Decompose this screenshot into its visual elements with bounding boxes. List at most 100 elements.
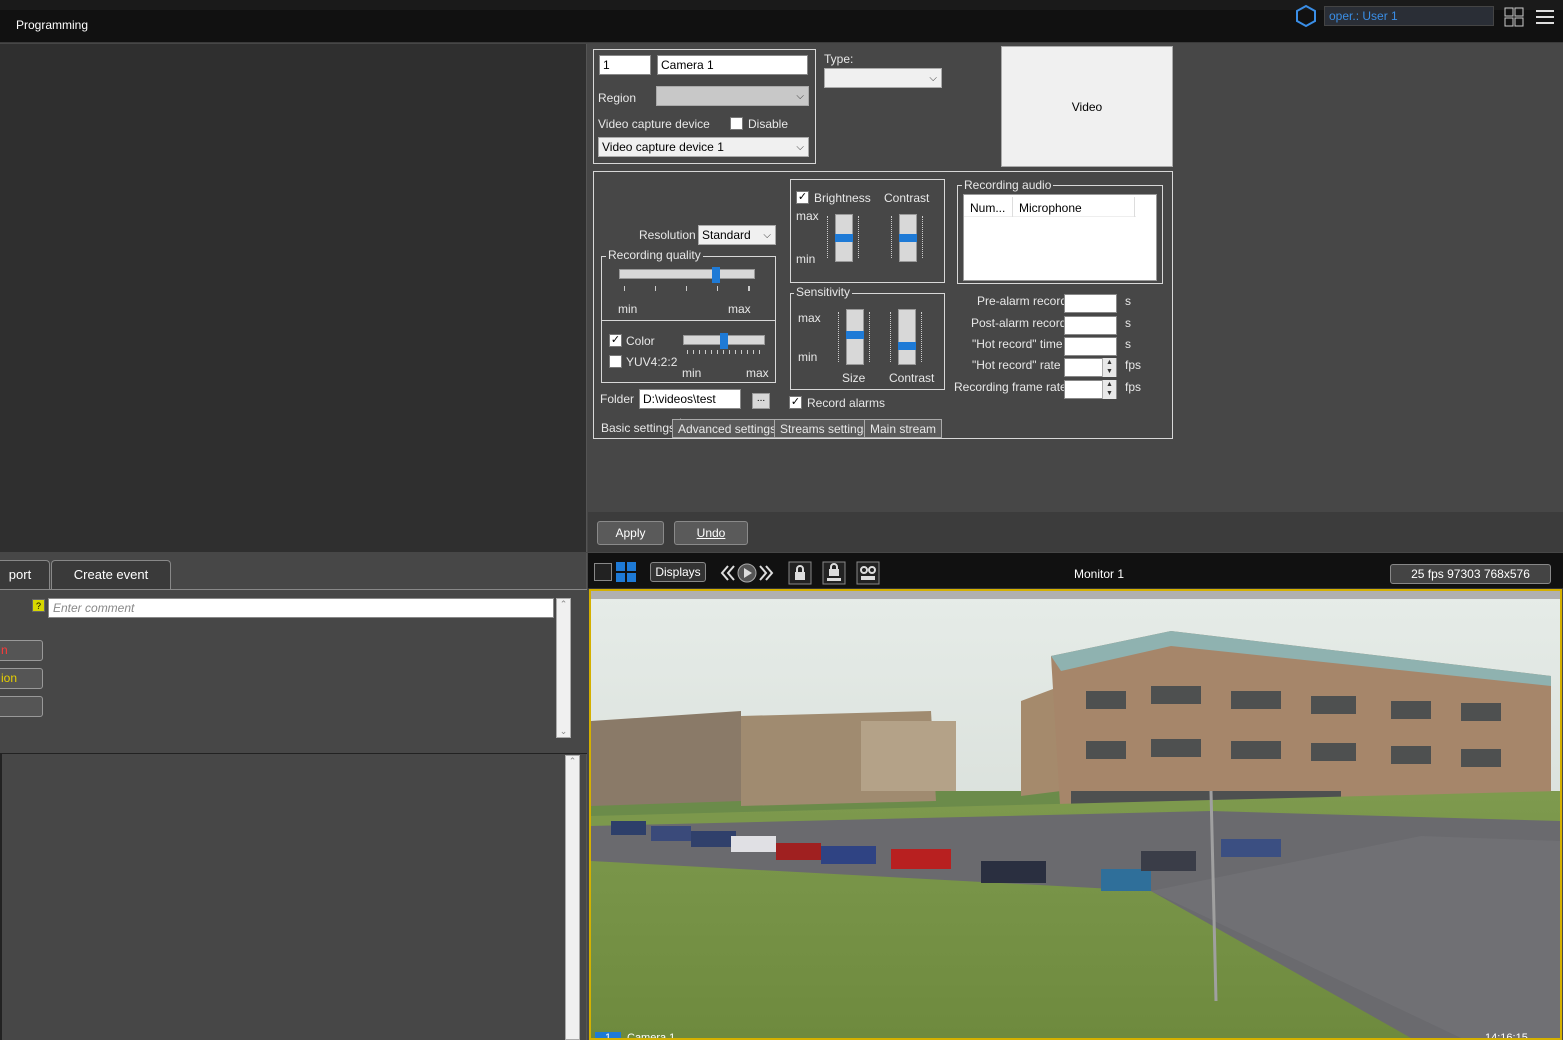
event-button-3[interactable] [0,696,43,717]
spin-arrows-icon[interactable]: ▲ ▼ [1102,380,1116,399]
sensitivity-contrast-slider[interactable] [898,309,916,365]
frame-rate-input[interactable]: ▲ ▼ [1064,380,1117,399]
slider-ticks [869,312,872,362]
camera-name-input[interactable]: Camera 1 [657,55,808,75]
contrast-label: Contrast [884,191,930,205]
yuv-checkbox[interactable] [609,355,622,368]
slider-ticks [890,312,893,362]
type-select[interactable]: ⌵ [824,68,942,88]
recording-quality-slider[interactable] [619,267,755,283]
chevron-down-icon[interactable]: ⌄ [557,726,570,737]
camera-number-badge: 1 [595,1032,621,1038]
comment-input[interactable]: Enter comment [48,598,554,618]
audio-col-mic[interactable]: Microphone [1019,201,1082,215]
brightness-checkbox[interactable]: ✓ [796,191,809,204]
hot-rate-label: "Hot record" rate [972,358,1061,372]
rewind-icon[interactable] [720,565,735,581]
disable-checkbox[interactable] [730,117,743,130]
sensitivity-max-label: max [798,311,821,325]
hot-rate-unit: fps [1125,358,1142,372]
slider-thumb[interactable] [720,333,728,349]
camera-settings-panel: 1 Camera 1 Region ⌵ Video capture device… [588,44,1563,552]
help-icon[interactable]: ? [32,599,45,612]
apply-button[interactable]: Apply [597,521,664,545]
size-slider[interactable] [846,309,864,365]
page-title: Programming [16,18,89,32]
video-timestamp: 14:16:15 [1485,1032,1528,1040]
browse-folder-button[interactable]: ... [752,393,770,409]
recording-audio-title: Recording audio [962,178,1054,192]
slider-thumb[interactable] [711,267,720,283]
play-icon[interactable] [737,563,757,583]
pre-alarm-label: Pre-alarm record [977,294,1068,308]
lock-keyboard-icon[interactable] [822,561,846,585]
resolution-select[interactable]: Standard ⌵ [698,225,776,245]
event-button-1[interactable]: n [0,640,43,661]
audio-list[interactable]: Num... Microphone [963,194,1157,281]
tab-create-event[interactable]: Create event [51,560,171,590]
camera-overlay-name: Camera 1 [627,1032,676,1040]
color-checkbox[interactable]: ✓ [609,334,622,347]
tape-record-icon[interactable] [856,561,880,585]
camera-video-feed[interactable]: 1 Camera 1 14:16:15 [589,589,1562,1040]
hot-rate-input[interactable]: ▲ ▼ [1064,358,1117,377]
video-preview[interactable]: Video [1001,46,1173,167]
brightness-min-label: min [796,252,816,266]
record-alarms-label: Record alarms [807,396,886,410]
hot-time-input[interactable] [1064,337,1117,356]
video-capture-device-label: Video capture device [598,117,710,131]
region-select[interactable]: ⌵ [656,86,809,106]
chevron-down-icon: ⌵ [929,73,937,84]
post-alarm-input[interactable] [1064,316,1117,335]
slider-thumb[interactable] [846,330,864,339]
tab-streams-settings[interactable]: Streams settings [774,419,876,438]
stream-status: 25 fps 97303 768x576 [1390,564,1551,584]
folder-input[interactable]: D:\videos\test [639,389,741,409]
contrast-slider[interactable] [899,214,917,262]
event-button-2[interactable]: ion [0,668,43,689]
tab-basic-settings[interactable]: Basic settings [595,418,682,437]
object-tree-panel [0,44,587,552]
layout-grid-icon[interactable] [1504,7,1524,27]
undo-button[interactable]: Undo [674,521,748,545]
displays-button[interactable]: Displays [650,562,706,582]
spin-arrows-icon[interactable]: ▲ ▼ [1102,358,1116,377]
chevron-down-icon: ⌵ [796,91,804,102]
fast-forward-icon[interactable] [759,565,774,581]
comment-scrollbar[interactable]: ⌃ ⌄ [556,598,571,738]
chevron-up-icon[interactable]: ⌃ [557,599,570,610]
event-log-scrollbar[interactable]: ⌃ [565,755,580,1040]
slider-thumb[interactable] [899,234,917,242]
chevron-up-icon[interactable]: ⌃ [566,756,579,767]
single-layout-icon[interactable] [594,563,612,581]
user-field[interactable]: oper.: User 1 [1324,6,1494,26]
video-image [591,591,1560,1038]
pre-alarm-input[interactable] [1064,294,1117,313]
lock-icon[interactable] [788,561,812,585]
video-preview-label: Video [1071,99,1103,114]
region-label: Region [598,91,637,105]
brightness-slider[interactable] [835,214,853,262]
camera-number-input[interactable]: 1 [599,55,651,75]
tab-main-stream[interactable]: Main stream [864,419,943,438]
divider [1134,197,1135,217]
tab-report[interactable]: port [0,560,50,590]
video-capture-device-select[interactable]: Video capture device 1 ⌵ [598,137,809,157]
playback-controls [720,563,774,583]
pre-alarm-unit: s [1125,294,1131,308]
audio-col-num[interactable]: Num... [970,201,1005,215]
color-slider[interactable] [683,333,765,349]
slider-ticks [891,216,894,258]
quad-layout-icon[interactable] [616,562,636,582]
quality-min-label: min [618,302,638,316]
divider [601,320,776,321]
monitor-toolbar: Displays Monitor 1 25 fps 97303 768x576 [588,553,1563,589]
slider-thumb[interactable] [898,342,916,351]
chevron-down-icon: ⌵ [763,230,771,241]
tab-advanced-settings[interactable]: Advanced settings [672,419,783,438]
slider-thumb[interactable] [835,234,853,242]
color-ticks [687,350,761,354]
hamburger-menu-icon[interactable] [1535,7,1555,27]
record-alarms-checkbox[interactable]: ✓ [789,396,802,409]
slider-ticks [827,216,830,258]
